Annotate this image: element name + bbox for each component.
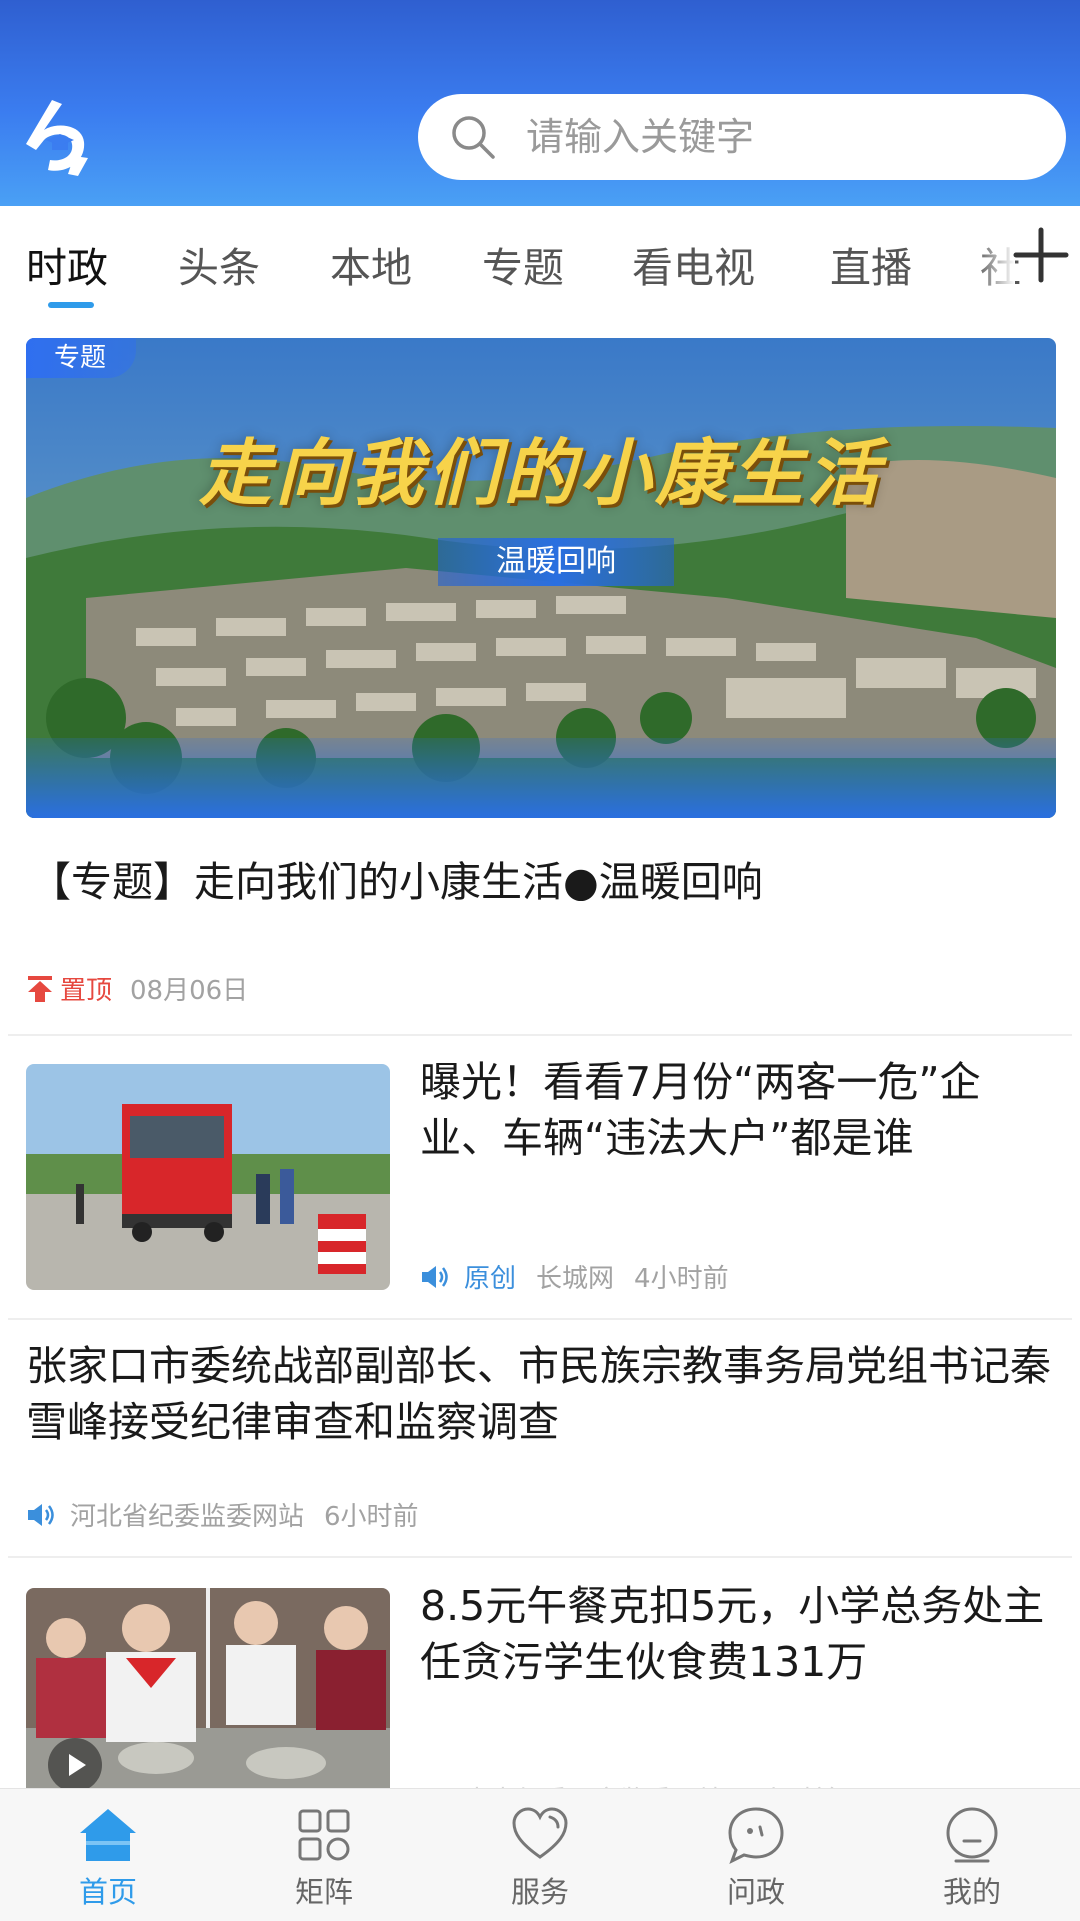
article-source: 中央纪委国家监委网站: [464, 1780, 724, 1788]
active-tab-indicator: [48, 302, 94, 308]
nav-matrix[interactable]: 矩阵: [216, 1789, 432, 1921]
news-feed: 专题 走向我们的小康生活 温暖回响 【专题】走向我们的小康生活●温暖回响 置顶 …: [0, 324, 1080, 1788]
nav-label: 服务: [510, 1875, 569, 1909]
divider: [8, 1318, 1072, 1320]
grid-icon: [298, 1809, 350, 1861]
banner-tag: 专题: [26, 338, 137, 378]
app-logo[interactable]: [22, 96, 94, 178]
divider: [8, 1034, 1072, 1036]
featured-article-meta: 置顶 08月06日: [26, 970, 248, 1007]
pinned-badge: 置顶: [26, 970, 112, 1007]
article-meta: 原创 长城网 4小时前: [420, 1258, 729, 1295]
nav-service[interactable]: 服务: [432, 1789, 648, 1921]
pin-arrow-icon: [28, 975, 52, 1002]
nav-home[interactable]: 首页: [0, 1789, 216, 1921]
tab-toutiao[interactable]: 头条: [178, 234, 260, 294]
featured-article-title[interactable]: 【专题】走向我们的小康生活●温暖回响: [30, 854, 1050, 910]
featured-banner[interactable]: 专题 走向我们的小康生活 温暖回响: [26, 338, 1056, 818]
article-meta: 河北省纪委监委网站 6小时前: [26, 1496, 419, 1533]
tab-zhuanti[interactable]: 专题: [482, 234, 564, 294]
bottom-navigation: 首页 矩阵 服务 问政 我的: [0, 1788, 1080, 1921]
heart-icon: [512, 1807, 568, 1859]
nav-inquiry[interactable]: 问政: [648, 1789, 864, 1921]
play-button[interactable]: [48, 1738, 102, 1788]
speaker-icon[interactable]: [420, 1264, 450, 1290]
tab-shizheng[interactable]: 时政: [26, 234, 108, 294]
article-time: 6小时前: [324, 1502, 419, 1532]
article-video-thumbnail[interactable]: [26, 1588, 390, 1788]
divider: [8, 1556, 1072, 1558]
home-icon: [80, 1809, 136, 1861]
banner-subtitle: 温暖回响: [438, 538, 674, 586]
article-source: 长城网: [536, 1264, 615, 1294]
nav-profile[interactable]: 我的: [864, 1789, 1080, 1921]
speaker-icon[interactable]: [26, 1502, 56, 1528]
original-badge: 原创: [464, 1264, 517, 1294]
article-time: 4小时前: [634, 1264, 729, 1294]
app-header: [0, 0, 1080, 206]
add-channel-icon[interactable]: [1012, 226, 1070, 284]
profile-icon: [946, 1807, 998, 1863]
article-time: 6小时前: [744, 1780, 839, 1788]
search-icon: [452, 116, 495, 159]
chat-icon: [728, 1807, 784, 1865]
article-title[interactable]: 曝光！看看7月份“两客一危”企业、车辆“违法大户”都是谁: [420, 1054, 1050, 1166]
article-thumbnail[interactable]: [26, 1064, 390, 1290]
nav-label: 问政: [726, 1875, 785, 1909]
nav-label: 首页: [78, 1875, 137, 1909]
article-date: 08月06日: [130, 976, 249, 1006]
nav-label: 矩阵: [294, 1875, 353, 1909]
article-title[interactable]: 8.5元午餐克扣5元，小学总务处主任贪污学生伙食费131万: [420, 1578, 1050, 1690]
tab-zhibo[interactable]: 直播: [830, 234, 912, 294]
search-input[interactable]: [526, 115, 1026, 159]
pinned-label: 置顶: [60, 976, 113, 1006]
article-title[interactable]: 张家口市委统战部副部长、市民族宗教事务局党组书记秦雪峰接受纪律审查和监察调查: [26, 1338, 1056, 1450]
tab-bendi[interactable]: 本地: [330, 234, 412, 294]
banner-title: 走向我们的小康生活: [198, 430, 883, 515]
tabs-fade: [975, 206, 1015, 324]
channel-tabs: 时政 头条 本地 专题 看电视 直播 社: [0, 206, 1080, 324]
search-bar[interactable]: [418, 94, 1066, 180]
play-icon: [69, 1754, 86, 1776]
article-source: 河北省纪委监委网站: [70, 1502, 305, 1532]
nav-label: 我的: [942, 1875, 1001, 1909]
article-meta: 中央纪委国家监委网站 6小时前: [420, 1780, 839, 1788]
tab-kandianshi[interactable]: 看电视: [632, 234, 755, 294]
